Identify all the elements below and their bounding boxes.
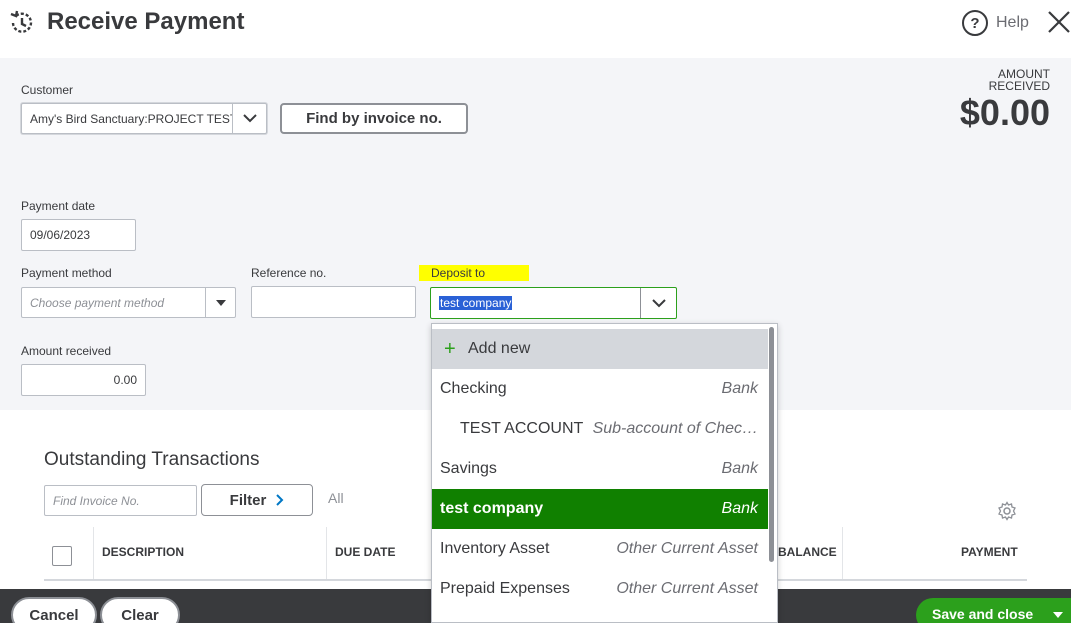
select-all-checkbox[interactable] xyxy=(52,546,72,566)
dropdown-option-inventory-asset[interactable]: Inventory Asset Other Current Asset xyxy=(432,529,768,569)
dropdown-option-test-company[interactable]: test company Bank xyxy=(432,489,768,529)
help-icon: ? xyxy=(962,10,988,36)
payment-method-select[interactable]: Choose payment method xyxy=(21,287,236,318)
reference-label: Reference no. xyxy=(251,266,327,280)
save-and-close-label: Save and close xyxy=(932,606,1034,622)
dropdown-option-checking[interactable]: Checking Bank xyxy=(432,369,768,409)
amount-received-header-label: AMOUNT RECEIVED xyxy=(988,67,1050,93)
amount-received-total: $0.00 xyxy=(959,92,1050,133)
caret-down-icon[interactable] xyxy=(1053,612,1063,618)
filter-label: Filter xyxy=(229,491,267,509)
deposit-to-label: Deposit to xyxy=(431,266,486,280)
payment-date-input[interactable]: 09/06/2023 xyxy=(21,219,136,251)
dropdown-scrollbar[interactable] xyxy=(769,327,774,562)
caret-down-icon[interactable] xyxy=(205,288,235,317)
option-name: Inventory Asset xyxy=(440,540,550,557)
payment-date-label: Payment date xyxy=(21,199,96,213)
column-header-payment[interactable]: PAYMENT xyxy=(961,545,1018,559)
option-name: Prepaid Expenses xyxy=(440,580,570,597)
option-type: Bank xyxy=(721,460,758,477)
amount-received-input[interactable]: 0.00 xyxy=(21,364,146,396)
outstanding-title: Outstanding Transactions xyxy=(44,449,260,470)
cancel-button[interactable]: Cancel xyxy=(11,597,97,623)
column-divider xyxy=(326,527,327,580)
payment-method-placeholder: Choose payment method xyxy=(30,295,165,310)
top-bar: Receive Payment ? Help xyxy=(0,0,1071,58)
option-name: TEST ACCOUNT xyxy=(460,420,584,437)
chevron-down-icon[interactable] xyxy=(640,288,676,318)
option-name: Checking xyxy=(440,380,507,397)
dropdown-option-test-account[interactable]: TEST ACCOUNT Sub-account of Chec… xyxy=(432,409,768,449)
column-header-description[interactable]: DESCRIPTION xyxy=(102,545,184,559)
column-divider xyxy=(842,527,843,580)
clear-button[interactable]: Clear xyxy=(100,597,180,623)
deposit-to-select[interactable]: test company xyxy=(430,287,677,319)
deposit-to-value[interactable]: test company xyxy=(439,296,513,310)
save-and-close-button[interactable]: Save and close xyxy=(916,598,1071,623)
help-label: Help xyxy=(996,14,1029,31)
option-type: Other Current Asset xyxy=(616,580,758,597)
find-invoice-input[interactable]: Find Invoice No. xyxy=(44,485,197,516)
reference-input[interactable] xyxy=(251,286,416,318)
amount-received-label: Amount received xyxy=(21,344,112,358)
option-type: Sub-account of Chec… xyxy=(592,420,758,437)
option-type: Bank xyxy=(721,500,758,517)
add-new-option[interactable]: + Add new xyxy=(432,329,768,369)
column-divider xyxy=(93,527,94,580)
dropdown-option-prepaid-expenses[interactable]: Prepaid Expenses Other Current Asset xyxy=(432,569,768,609)
filter-button[interactable]: Filter xyxy=(201,484,313,516)
customer-label: Customer xyxy=(21,83,74,97)
find-by-invoice-button[interactable]: Find by invoice no. xyxy=(280,103,468,134)
close-icon[interactable] xyxy=(1046,9,1071,35)
payment-method-label: Payment method xyxy=(21,266,112,280)
option-type: Other Current Asset xyxy=(616,540,758,557)
filter-all-label: All xyxy=(328,490,344,506)
help-button[interactable]: ? Help xyxy=(962,10,1029,36)
chevron-right-icon xyxy=(276,494,284,506)
option-type: Bank xyxy=(721,380,758,397)
customer-value: Amy's Bird Sanctuary:PROJECT TEST xyxy=(30,111,232,126)
page-title: Receive Payment xyxy=(47,8,245,35)
deposit-to-dropdown: + Add new Checking Bank TEST ACCOUNT Sub… xyxy=(431,323,778,623)
add-new-label: Add new xyxy=(468,340,531,357)
dropdown-option-savings[interactable]: Savings Bank xyxy=(432,449,768,489)
column-header-due-date[interactable]: DUE DATE xyxy=(335,545,395,559)
column-header-balance[interactable]: BALANCE xyxy=(778,545,837,559)
plus-icon: + xyxy=(444,337,456,360)
option-name: test company xyxy=(440,500,544,517)
option-name: Savings xyxy=(440,460,497,477)
customer-select[interactable]: Amy's Bird Sanctuary:PROJECT TEST xyxy=(21,103,267,134)
recent-transactions-icon[interactable] xyxy=(8,9,36,37)
gear-icon[interactable] xyxy=(997,501,1017,521)
chevron-down-icon[interactable] xyxy=(232,104,266,133)
